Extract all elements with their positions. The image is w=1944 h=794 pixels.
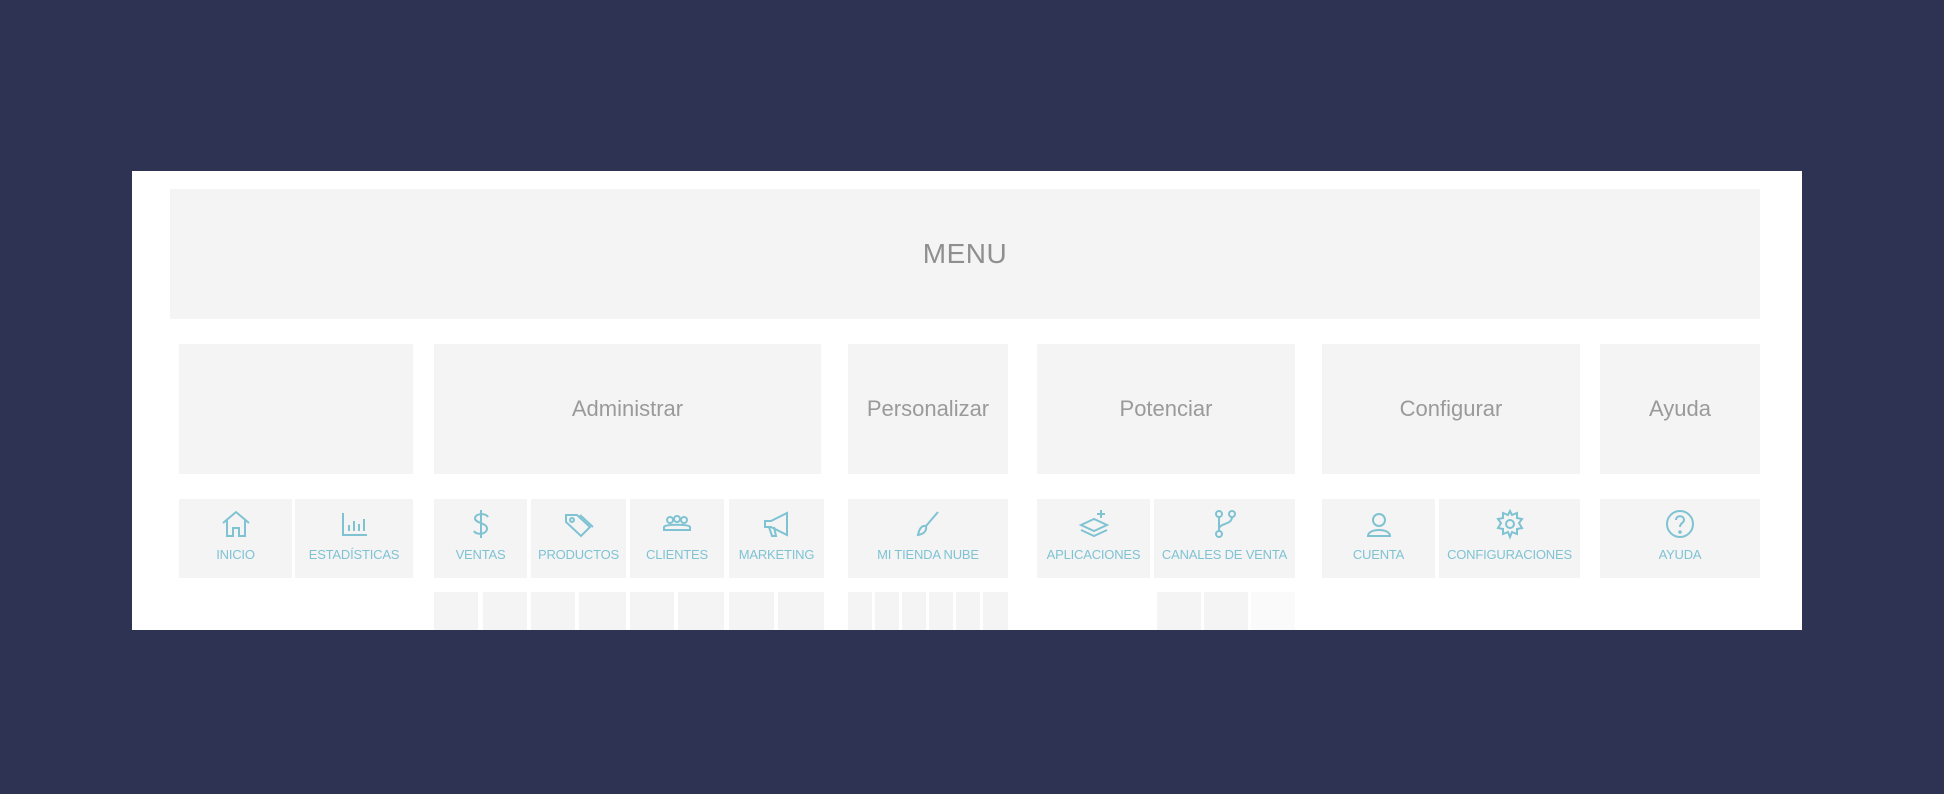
subitem-placeholder (531, 592, 575, 630)
menu-item-label: APLICACIONES (1046, 547, 1141, 562)
section-personalizar: Personalizar (848, 344, 1008, 474)
gear-icon (1495, 508, 1524, 540)
menu-item-ventas[interactable]: VENTAS (434, 499, 527, 578)
subitem-placeholder (848, 592, 872, 630)
section-configurar: Configurar (1322, 344, 1580, 474)
menu-item-label: PRODUCTOS (537, 547, 620, 562)
menu-item-configuraciones[interactable]: CONFIGURACIONES (1439, 499, 1580, 578)
megaphone-icon (763, 511, 788, 537)
dollar-icon (472, 510, 489, 538)
menu-item-estadisticas[interactable]: ESTADÍSTICAS (295, 499, 413, 578)
brush-icon (916, 511, 939, 537)
menu-item-clientes[interactable]: CLIENTES (630, 499, 724, 578)
subitem-placeholder (956, 592, 980, 630)
menu-item-mi-tienda-nube[interactable]: MI TIENDA NUBE (848, 499, 1008, 578)
menu-item-label: AYUDA (1658, 547, 1702, 562)
menu-item-productos[interactable]: PRODUCTOS (531, 499, 626, 578)
subitem-placeholder (1204, 592, 1248, 630)
menu-item-label: ESTADÍSTICAS (308, 547, 400, 562)
subitem-placeholder (1251, 592, 1295, 630)
subitem-placeholder (729, 592, 774, 630)
menu-item-aplicaciones[interactable]: APLICACIONES (1037, 499, 1150, 578)
bar-chart-icon (342, 513, 367, 536)
subitem-placeholder (983, 592, 1008, 630)
branch-icon (1214, 510, 1236, 538)
subitem-placeholder (875, 592, 899, 630)
menu-item-label: MI TIENDA NUBE (877, 547, 979, 562)
user-icon (1366, 513, 1391, 537)
menu-item-label: CUENTA (1352, 547, 1405, 562)
menu-item-canales-de-venta[interactable]: CANALES DE VENTA (1154, 499, 1295, 578)
layers-plus-icon (1078, 510, 1109, 538)
menu-title: MENU (170, 189, 1760, 319)
subitem-placeholder (902, 592, 926, 630)
home-icon (221, 510, 250, 537)
section-potenciar: Potenciar (1037, 344, 1295, 474)
subitem-placeholder (778, 592, 824, 630)
menu-item-marketing[interactable]: MARKETING (729, 499, 824, 578)
tags-icon (564, 514, 594, 538)
menu-item-label: CANALES DE VENTA (1161, 547, 1288, 562)
subitem-placeholder (483, 592, 527, 630)
menu-diagram: MENU Administrar Personalizar Potenciar … (132, 171, 1802, 630)
menu-item-cuenta[interactable]: CUENTA (1322, 499, 1435, 578)
section-administrar: Administrar (434, 344, 821, 474)
subitem-placeholder (579, 592, 626, 630)
menu-item-label: INICIO (216, 547, 255, 562)
menu-item-inicio[interactable]: INICIO (179, 499, 292, 578)
subitem-placeholder (1157, 592, 1201, 630)
menu-item-label: CLIENTES (646, 547, 708, 562)
menu-item-label: MARKETING (738, 547, 815, 562)
menu-item-label: VENTAS (455, 547, 506, 562)
subitem-placeholder (678, 592, 724, 630)
section-ayuda: Ayuda (1600, 344, 1760, 474)
subitem-placeholder (929, 592, 953, 630)
people-icon (663, 515, 691, 531)
menu-item-ayuda[interactable]: AYUDA (1600, 499, 1760, 578)
subitem-placeholder (434, 592, 478, 630)
subitem-placeholder (630, 592, 674, 630)
menu-item-label: CONFIGURACIONES (1447, 547, 1572, 562)
help-circle-icon (1666, 510, 1694, 538)
section-blank (179, 344, 413, 474)
